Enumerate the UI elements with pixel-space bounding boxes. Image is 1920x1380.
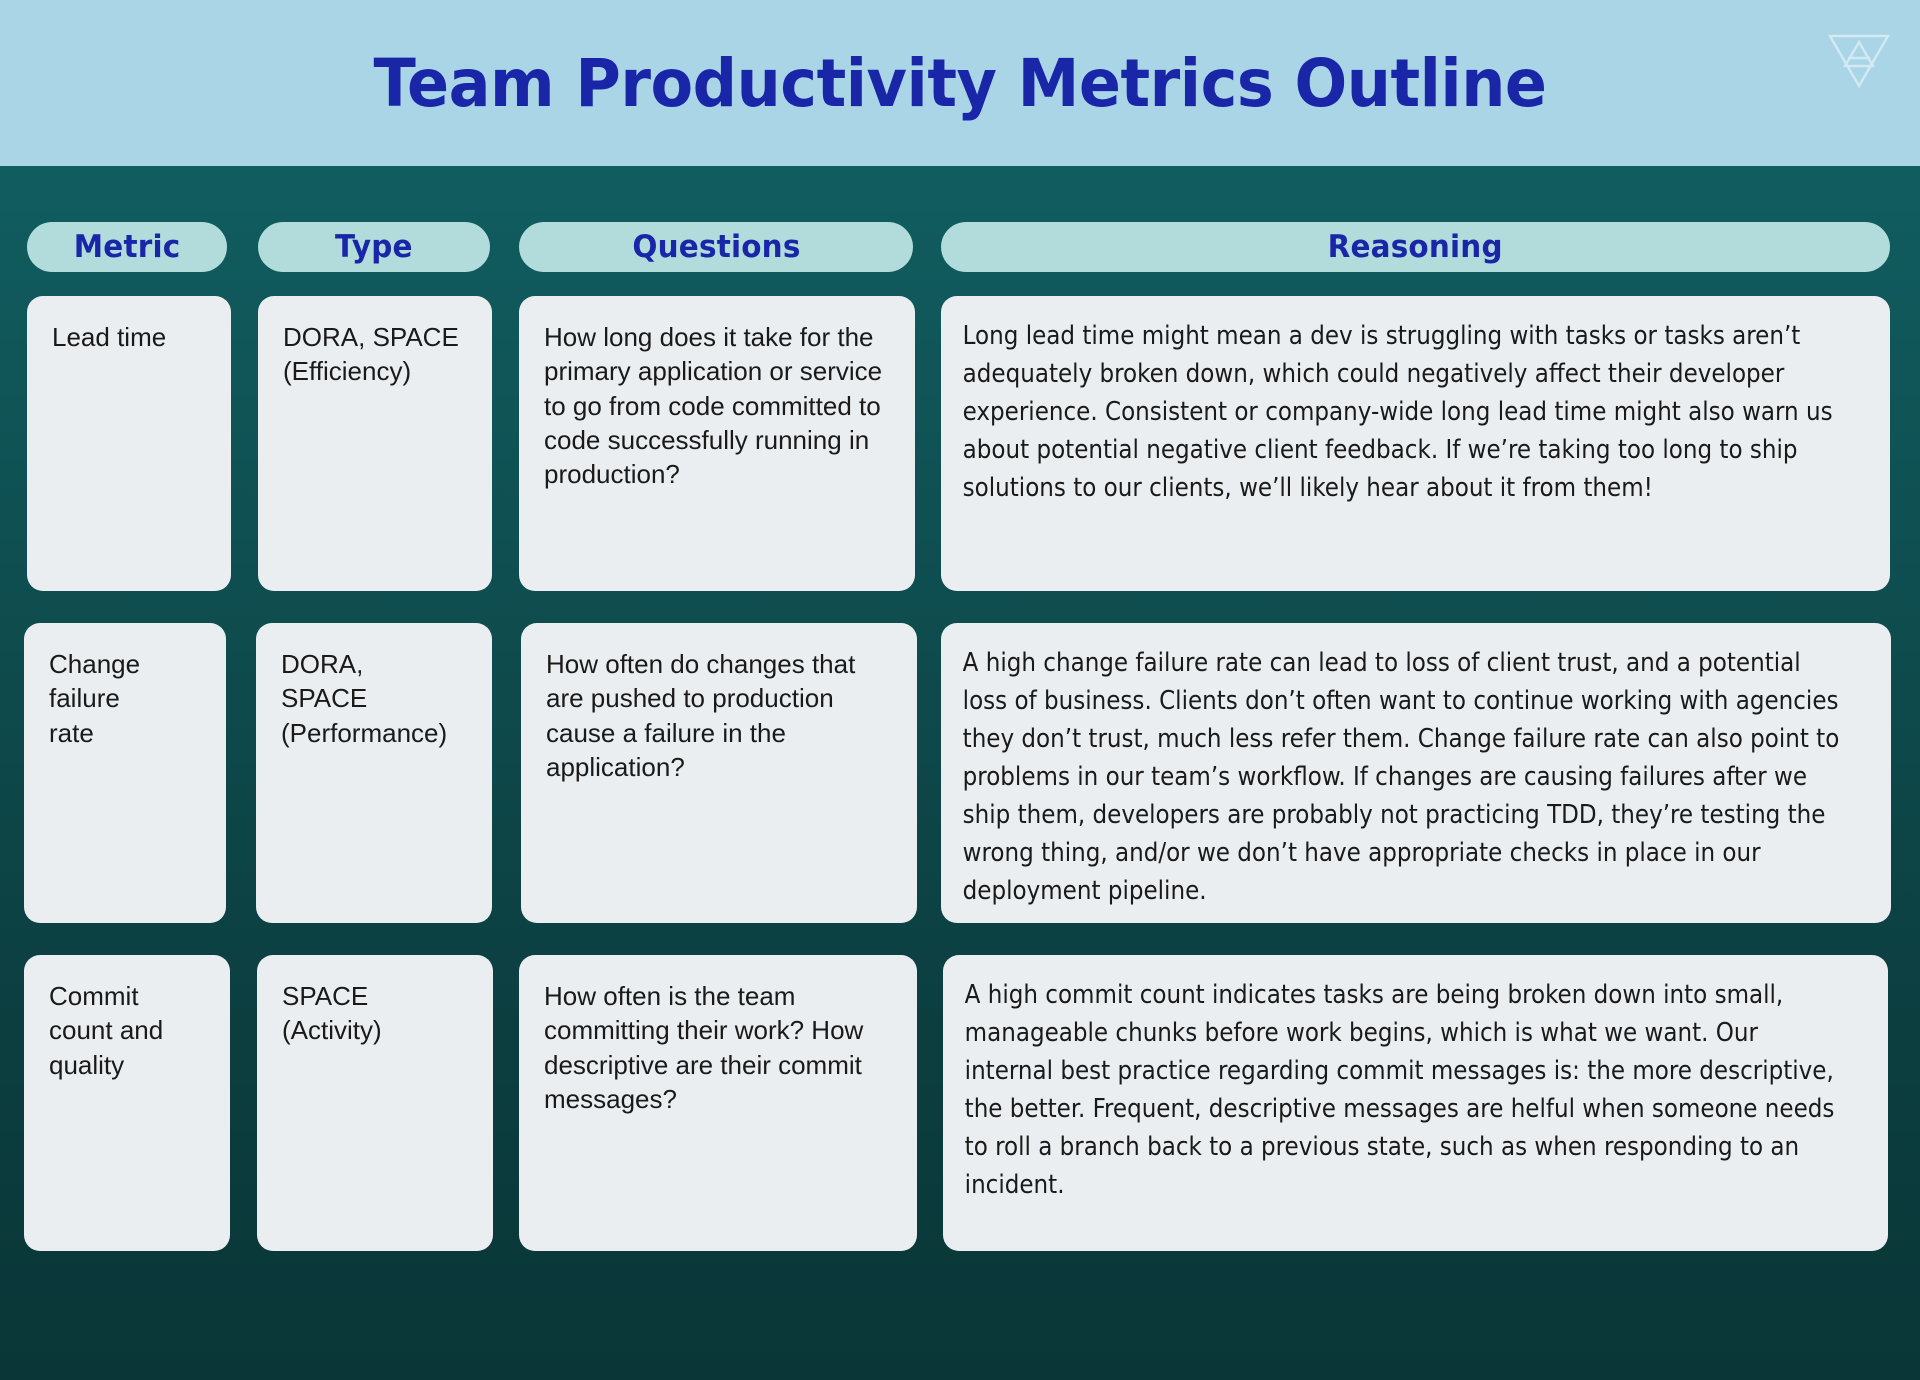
column-header-reasoning-label: Reasoning bbox=[1327, 229, 1504, 265]
metric-value: Change failure rate bbox=[49, 649, 141, 748]
type-value: DORA, SPACE (Efficiency) bbox=[283, 322, 459, 387]
questions-value: How often is the team committing their w… bbox=[544, 981, 864, 1114]
table-row-2-metric-cell: Change failure rate bbox=[24, 623, 226, 923]
slide-canvas: Team Productivity Metrics Outline Metric… bbox=[0, 0, 1920, 1380]
column-header-type-label: Type bbox=[335, 229, 413, 265]
questions-value: How long does it take for the primary ap… bbox=[544, 322, 883, 490]
reasoning-value: A high commit count indicates tasks are … bbox=[964, 980, 1835, 1200]
column-header-questions: Questions bbox=[519, 222, 913, 272]
table-row-2-reasoning-cell: A high change failure rate can lead to l… bbox=[941, 623, 1891, 923]
page-title: Team Productivity Metrics Outline bbox=[373, 44, 1547, 122]
table-row-1-type-cell: DORA, SPACE (Efficiency) bbox=[258, 296, 492, 591]
table-row-1-questions-cell: How long does it take for the primary ap… bbox=[519, 296, 915, 591]
metric-value: Commit count and quality bbox=[49, 981, 164, 1080]
table-row-1-reasoning-cell: Long lead time might mean a dev is strug… bbox=[941, 296, 1890, 591]
type-value: SPACE (Activity) bbox=[282, 981, 382, 1046]
column-header-metric: Metric bbox=[27, 222, 227, 272]
reasoning-value: Long lead time might mean a dev is strug… bbox=[962, 321, 1833, 503]
title-band: Team Productivity Metrics Outline bbox=[0, 0, 1920, 166]
reasoning-value: A high change failure rate can lead to l… bbox=[962, 648, 1840, 906]
column-header-metric-label: Metric bbox=[73, 229, 181, 265]
questions-value: How often do changes that are pushed to … bbox=[546, 649, 856, 782]
column-header-row: Metric Type Questions Reasoning bbox=[0, 218, 1920, 276]
inverted-triangle-logo-icon bbox=[1827, 34, 1891, 89]
table-row-3-metric-cell: Commit count and quality bbox=[24, 955, 230, 1251]
table-row-3-reasoning-cell: A high commit count indicates tasks are … bbox=[943, 955, 1888, 1251]
type-value: DORA, SPACE (Performance) bbox=[281, 649, 448, 748]
table-row-2-type-cell: DORA, SPACE (Performance) bbox=[256, 623, 492, 923]
metric-value: Lead time bbox=[52, 322, 167, 352]
column-header-questions-label: Questions bbox=[631, 229, 801, 265]
table-row-3-questions-cell: How often is the team committing their w… bbox=[519, 955, 917, 1251]
column-header-type: Type bbox=[258, 222, 490, 272]
table-row-2-questions-cell: How often do changes that are pushed to … bbox=[521, 623, 917, 923]
table-row-3-type-cell: SPACE (Activity) bbox=[257, 955, 493, 1251]
table-row-1-metric-cell: Lead time bbox=[27, 296, 231, 591]
column-header-reasoning: Reasoning bbox=[941, 222, 1890, 272]
